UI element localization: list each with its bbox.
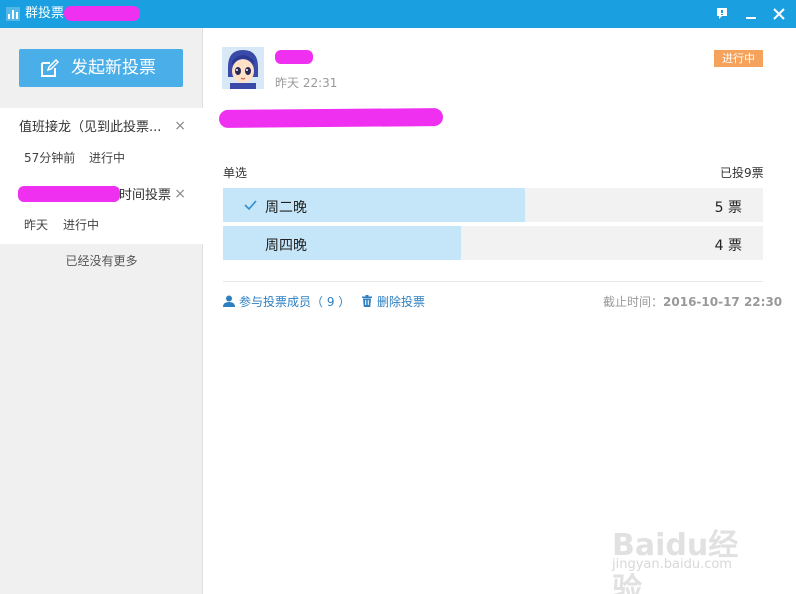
deadline-value: 2016-10-17 22:30 <box>663 295 783 309</box>
vote-option[interactable]: 周四晚 4 票 <box>223 226 763 260</box>
vote-total: 已投9票 <box>720 166 764 180</box>
deadline: 截止时间：2016-10-17 22:30 <box>603 293 782 310</box>
new-vote-button[interactable]: 发起新投票 <box>19 49 183 87</box>
redaction-mark <box>275 50 313 64</box>
close-icon[interactable] <box>769 4 789 24</box>
no-more-text: 已经没有更多 <box>65 254 138 268</box>
vote-item-title: 值班接龙（见到此投票... <box>19 120 162 135</box>
vote-item-time: 57分钟前 <box>24 151 76 165</box>
vote-list-item[interactable]: 时间投票 × 昨天 进行中 <box>0 176 203 244</box>
option-label: 周四晚 <box>265 238 307 254</box>
redaction-mark <box>218 108 444 128</box>
vote-item-time: 昨天 <box>24 218 49 232</box>
vote-result-bar <box>223 226 461 260</box>
option-count: 4 票 <box>714 238 742 254</box>
redaction-mark <box>18 186 120 202</box>
watermark-url: jingyan.baidu.com <box>612 557 732 572</box>
post-time: 昨天 22:31 <box>275 76 338 90</box>
vote-option[interactable]: 周二晚 5 票 <box>223 188 763 222</box>
vote-item-status: 进行中 <box>63 218 100 232</box>
delete-link-label: 删除投票 <box>377 295 426 309</box>
new-vote-label: 发起新投票 <box>71 58 156 78</box>
check-icon <box>244 200 257 211</box>
divider <box>223 281 763 282</box>
delete-vote-link[interactable]: 删除投票 <box>361 293 425 310</box>
minimize-icon[interactable] <box>741 4 761 24</box>
avatar[interactable] <box>222 47 264 89</box>
status-badge: 进行中 <box>714 50 763 67</box>
edit-icon <box>41 59 59 77</box>
avatar-image <box>222 47 264 89</box>
trash-icon <box>362 295 372 307</box>
vote-list-item[interactable]: 值班接龙（见到此投票... × 57分钟前 进行中 <box>0 108 203 176</box>
title-bar: 群投票- <box>0 0 796 28</box>
close-icon[interactable]: × <box>174 119 186 133</box>
feedback-icon[interactable] <box>712 4 732 24</box>
close-icon[interactable]: × <box>174 187 186 201</box>
option-label: 周二晚 <box>265 200 307 216</box>
option-count: 5 票 <box>714 200 742 216</box>
bar-chart-icon <box>6 7 20 21</box>
deadline-label: 截止时间： <box>603 295 664 309</box>
user-icon <box>223 295 235 307</box>
redaction-mark <box>64 6 140 21</box>
vote-type: 单选 <box>223 166 248 180</box>
watermark: Baidu经验 jingyan.baidu.com <box>582 505 762 594</box>
window-title: 群投票- <box>25 6 69 21</box>
sidebar: 发起新投票 值班接龙（见到此投票... × 57分钟前 进行中 时间投票 × 昨… <box>0 28 203 594</box>
members-link-label: 参与投票成员（ 9 ） <box>239 295 351 309</box>
vote-item-status: 进行中 <box>89 151 126 165</box>
members-link[interactable]: 参与投票成员（ 9 ） <box>223 293 350 310</box>
